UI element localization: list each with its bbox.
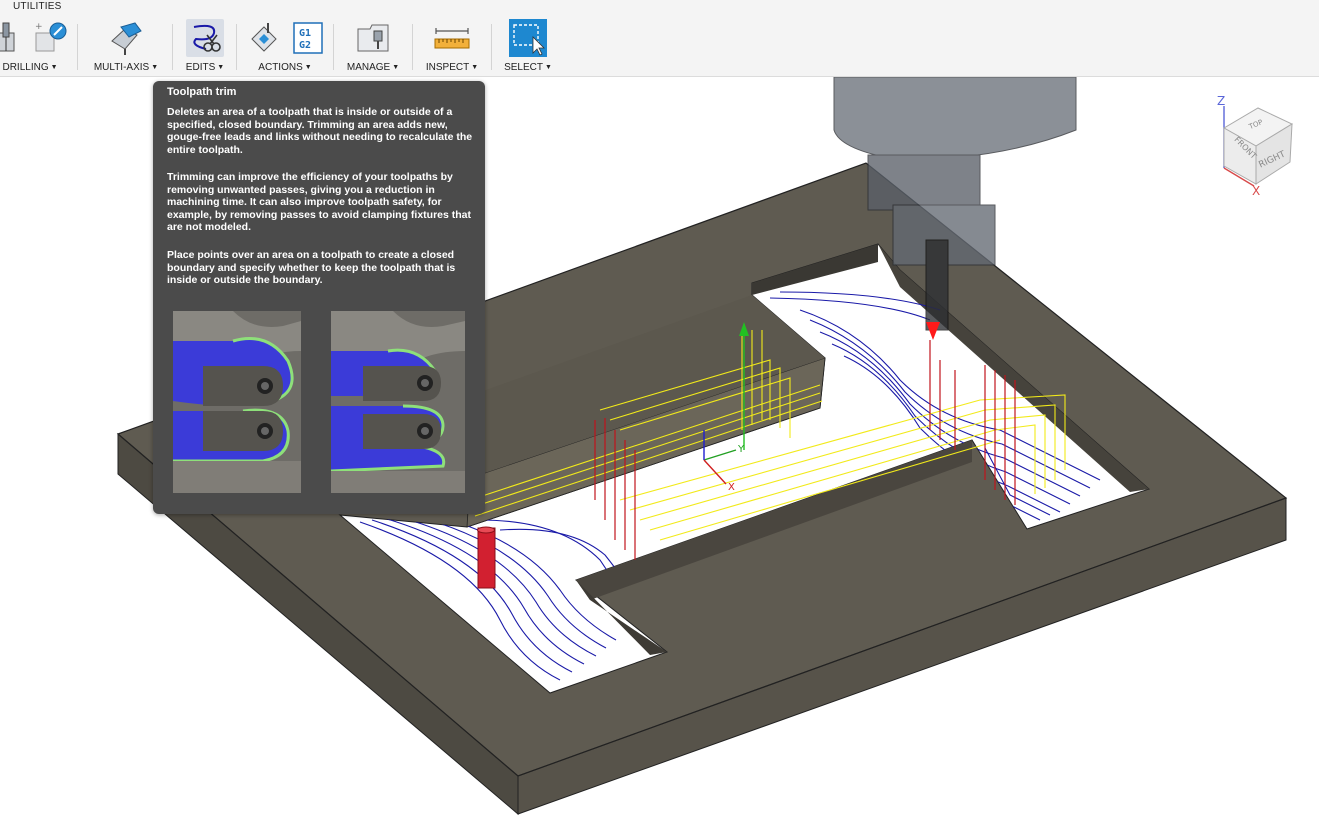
divider (333, 24, 334, 70)
viewcube[interactable]: Z X TOP FRONT RIGHT (1217, 94, 1294, 198)
select-label: SELECT ▼ (504, 62, 552, 73)
chevron-down-icon: ▼ (304, 64, 312, 71)
tooltip-paragraph-3: Place points over an area on a toolpath … (167, 249, 456, 287)
probe-tool-icon[interactable]: + (32, 19, 70, 57)
tooltip-title: Toolpath trim (167, 86, 237, 98)
inspect-group[interactable]: INSPECT ▼ (420, 16, 484, 76)
multi-axis-icon[interactable] (107, 19, 145, 57)
divider (491, 24, 492, 70)
svg-text:G1: G1 (299, 28, 311, 39)
drill-icon[interactable] (0, 19, 32, 57)
svg-text:Y: Y (737, 444, 745, 455)
chevron-down-icon: ▼ (392, 64, 400, 71)
divider (412, 24, 413, 70)
post-process-icon[interactable]: G1 G2 (289, 19, 327, 57)
manage-label: MANAGE ▼ (346, 62, 400, 73)
drilling-group[interactable]: + DRILLING ▼ (0, 16, 67, 76)
window-select-icon[interactable] (509, 19, 547, 57)
multi-axis-group[interactable]: MULTI-AXIS ▼ (88, 16, 164, 76)
measure-icon[interactable] (433, 19, 471, 57)
tooltip-illustration (173, 311, 465, 493)
divider (77, 24, 78, 70)
tab-utilities[interactable]: UTILITIES (13, 1, 61, 12)
svg-text:X: X (728, 482, 735, 493)
edits-group[interactable]: EDITS ▼ (180, 16, 230, 76)
chevron-down-icon: ▼ (151, 64, 159, 71)
multi-axis-label: MULTI-AXIS ▼ (93, 62, 159, 73)
toolpath-trim-tooltip: Toolpath trim Deletes an area of a toolp… (153, 81, 485, 514)
tooltip-paragraph-1: Deletes an area of a toolpath that is in… (167, 106, 473, 156)
divider (236, 24, 237, 70)
manage-group[interactable]: MANAGE ▼ (341, 16, 405, 76)
toolbar: UTILITIES + DRILLING ▼ MULTI-AXIS ▼ EDIT… (0, 0, 1319, 77)
chevron-down-icon: ▼ (217, 64, 225, 71)
tool-library-icon[interactable] (354, 19, 392, 57)
viewcube-z-label: Z (1217, 94, 1225, 108)
viewcube-x-label: X (1252, 184, 1260, 198)
svg-text:+: + (35, 22, 43, 32)
inspect-label: INSPECT ▼ (425, 62, 479, 73)
drilling-label: DRILLING ▼ (2, 62, 58, 73)
svg-text:G2: G2 (299, 40, 311, 51)
actions-group[interactable]: G1 G2 ACTIONS ▼ (246, 16, 324, 76)
simulate-icon[interactable] (246, 19, 284, 57)
divider (172, 24, 173, 70)
actions-label: ACTIONS ▼ (258, 62, 312, 73)
helical-ramp (477, 526, 496, 589)
edits-label: EDITS ▼ (185, 62, 225, 73)
chevron-down-icon: ▼ (544, 64, 552, 71)
chevron-down-icon: ▼ (50, 64, 58, 71)
chevron-down-icon: ▼ (471, 64, 479, 71)
tooltip-paragraph-2: Trimming can improve the efficiency of y… (167, 171, 472, 234)
toolpath-trim-icon[interactable] (186, 19, 224, 57)
select-group[interactable]: SELECT ▼ (498, 16, 558, 76)
